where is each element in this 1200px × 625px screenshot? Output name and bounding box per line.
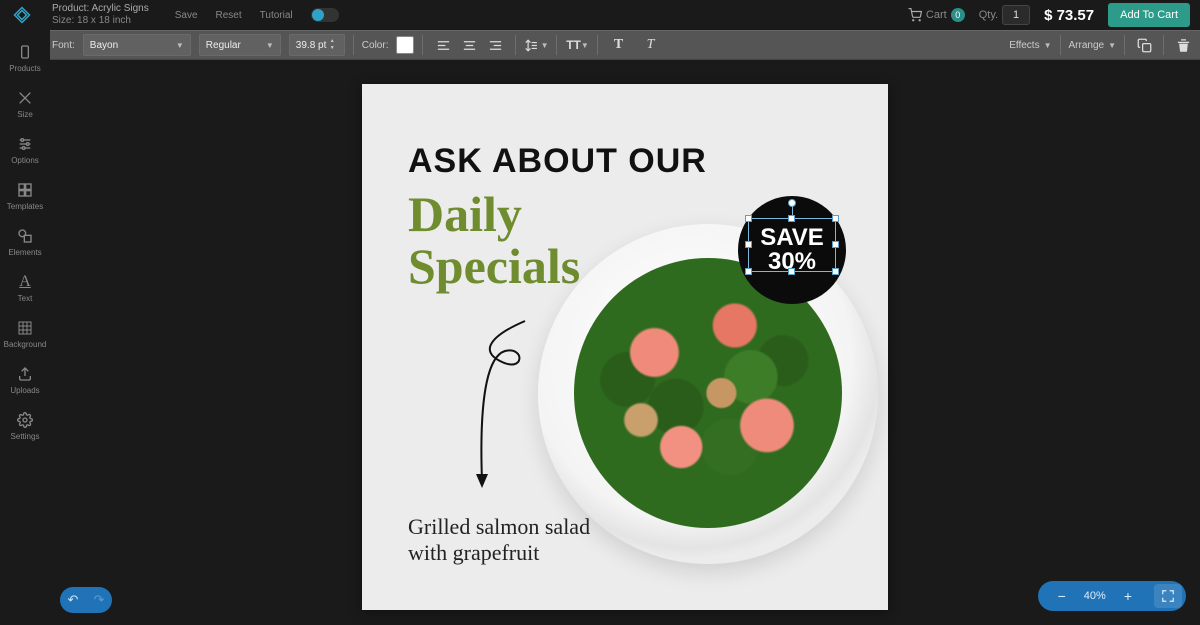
canvas-description[interactable]: Grilled salmon salad with grapefruit — [408, 514, 590, 566]
canvas-specials-text[interactable]: Daily Specials — [408, 188, 580, 292]
canvas-area[interactable]: ASK ABOUT OUR Daily Specials SAVE 30% — [50, 60, 1200, 625]
gear-icon — [16, 411, 34, 429]
align-center-icon[interactable] — [457, 34, 481, 56]
font-weight-select[interactable]: Regular▼ — [199, 34, 281, 56]
align-left-icon[interactable] — [431, 34, 455, 56]
resize-handle[interactable] — [745, 268, 752, 275]
duplicate-icon[interactable] — [1133, 34, 1155, 56]
chevron-down-icon: ▼ — [176, 41, 184, 50]
resize-handle[interactable] — [788, 268, 795, 275]
cart-button[interactable]: Cart 0 — [908, 8, 965, 22]
templates-icon — [16, 181, 34, 199]
artboard[interactable]: ASK ABOUT OUR Daily Specials SAVE 30% — [362, 84, 888, 610]
zoom-out-icon[interactable]: − — [1054, 588, 1070, 604]
cart-icon — [908, 8, 922, 22]
resize-handle[interactable] — [832, 268, 839, 275]
elements-icon — [16, 227, 34, 245]
text-icon: A — [16, 273, 34, 291]
resize-handle[interactable] — [788, 215, 795, 222]
undo-icon[interactable]: ↶ — [68, 592, 79, 608]
bold-icon[interactable]: T — [606, 34, 630, 56]
zoom-control[interactable]: − 40% + — [1038, 581, 1186, 611]
options-icon — [16, 135, 34, 153]
sidebar-item-products[interactable]: Products — [0, 36, 50, 80]
save-button[interactable]: Save — [175, 10, 198, 21]
font-label: Font: — [52, 40, 75, 51]
product-size: Size: 18 x 18 inch — [52, 15, 149, 27]
chevron-down-icon: ▼ — [1108, 41, 1116, 50]
background-icon — [16, 319, 34, 337]
align-right-icon[interactable] — [483, 34, 507, 56]
resize-handle[interactable] — [745, 241, 752, 248]
sidebar-item-settings[interactable]: Settings — [0, 404, 50, 448]
chevron-down-icon: ▼ — [541, 41, 549, 50]
chevron-down-icon: ▼ — [1044, 41, 1052, 50]
products-icon — [16, 43, 34, 61]
zoom-value: 40% — [1084, 590, 1106, 602]
text-color-swatch[interactable] — [396, 36, 414, 54]
sidebar-item-templates[interactable]: Templates — [0, 174, 50, 218]
font-size-input[interactable]: ▲▼ — [289, 34, 345, 56]
reset-button[interactable]: Reset — [216, 10, 242, 21]
sidebar-item-elements[interactable]: Elements — [0, 220, 50, 264]
italic-icon[interactable]: T — [638, 34, 662, 56]
product-info: Product: Acrylic Signs Size: 18 x 18 inc… — [52, 3, 149, 27]
sidebar-item-options[interactable]: Options — [0, 128, 50, 172]
sidebar-item-text[interactable]: A Text — [0, 266, 50, 310]
color-label: Color: — [362, 40, 389, 51]
selection-box[interactable] — [748, 218, 836, 272]
text-toolbar: Font: Bayon▼ Regular▼ ▲▼ Color: ▼ TT ▼ T… — [0, 30, 1200, 60]
price-display: $ 73.57 — [1044, 7, 1094, 24]
app-logo[interactable] — [6, 0, 38, 30]
zoom-in-icon[interactable]: + — [1120, 588, 1136, 604]
size-up-icon[interactable]: ▲ — [330, 38, 335, 45]
chevron-down-icon: ▼ — [266, 41, 274, 50]
size-icon — [16, 89, 34, 107]
resize-handle[interactable] — [745, 215, 752, 222]
chevron-down-icon: ▼ — [581, 41, 589, 50]
app-header: Product: Acrylic Signs Size: 18 x 18 inc… — [0, 0, 1200, 30]
cart-count-badge: 0 — [951, 8, 965, 22]
uploads-icon — [16, 365, 34, 383]
canvas-headline[interactable]: ASK ABOUT OUR — [408, 142, 707, 181]
dark-mode-toggle[interactable] — [311, 8, 339, 22]
resize-handle[interactable] — [832, 215, 839, 222]
delete-icon[interactable] — [1172, 34, 1194, 56]
arrange-dropdown[interactable]: Arrange▼ — [1069, 40, 1117, 51]
rotate-handle[interactable] — [788, 199, 796, 207]
sidebar-item-background[interactable]: Background — [0, 312, 50, 356]
sidebar-item-size[interactable]: Size — [0, 82, 50, 126]
sidebar-item-uploads[interactable]: Uploads — [0, 358, 50, 402]
qty-label: Qty. — [979, 9, 998, 21]
left-sidebar: Products Size Options Templates Elements… — [0, 30, 50, 625]
resize-handle[interactable] — [832, 241, 839, 248]
product-name: Product: Acrylic Signs — [52, 3, 149, 15]
line-height-icon[interactable]: ▼ — [524, 34, 548, 56]
font-family-select[interactable]: Bayon▼ — [83, 34, 191, 56]
effects-dropdown[interactable]: Effects▼ — [1009, 40, 1051, 51]
qty-input[interactable] — [1002, 5, 1030, 25]
fullscreen-icon[interactable] — [1154, 584, 1182, 608]
add-to-cart-button[interactable]: Add To Cart — [1108, 3, 1190, 27]
redo-icon[interactable]: ↷ — [94, 592, 105, 608]
text-case-icon[interactable]: TT ▼ — [565, 34, 589, 56]
undo-redo-control[interactable]: ↶ ↷ — [60, 587, 112, 613]
canvas-arrow-icon[interactable] — [470, 316, 550, 496]
cart-label: Cart — [926, 9, 947, 21]
tutorial-button[interactable]: Tutorial — [260, 10, 293, 21]
size-down-icon[interactable]: ▼ — [330, 45, 335, 52]
